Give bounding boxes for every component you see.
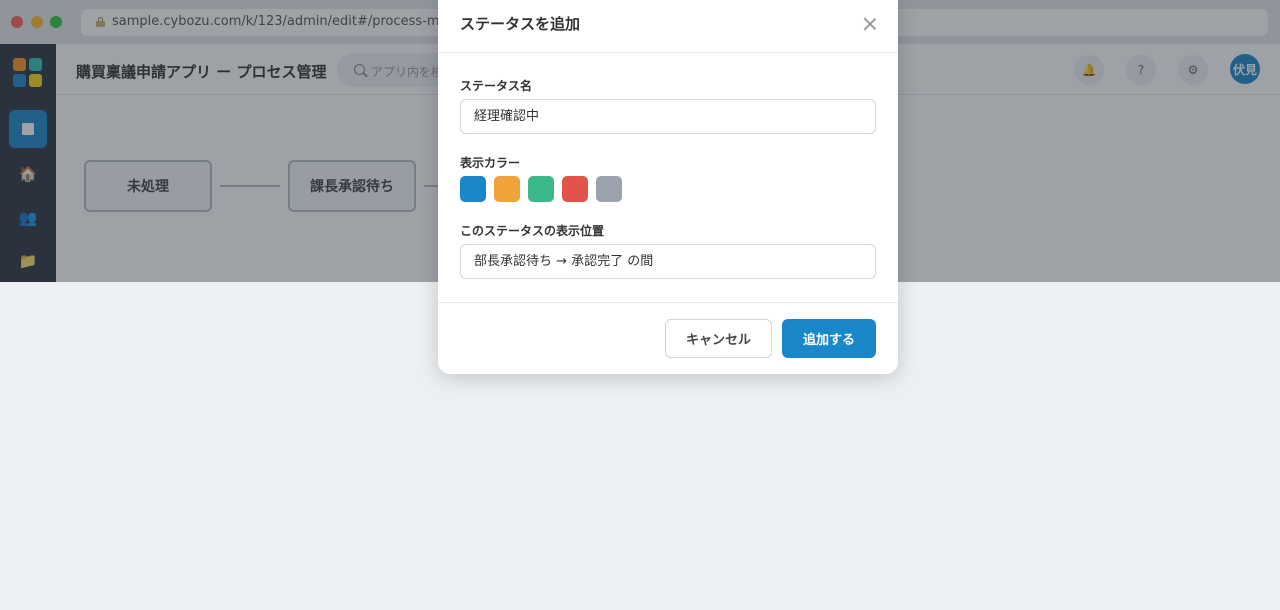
color-swatch[interactable] — [562, 176, 588, 202]
process-connector — [220, 185, 280, 187]
url-text: sample.cybozu.com/k/123/admin/edit#/proc… — [112, 14, 442, 29]
color-swatch[interactable] — [460, 176, 486, 202]
color-label: 表示カラー — [460, 156, 521, 170]
color-swatch[interactable] — [494, 176, 520, 202]
status-name-label: ステータス名 — [460, 79, 533, 93]
color-swatch[interactable] — [528, 176, 554, 202]
minimize-window-button[interactable] — [31, 16, 43, 28]
logo-icon[interactable] — [13, 58, 43, 88]
process-node[interactable]: 未処理 — [84, 160, 212, 212]
process-node[interactable]: 課長承認待ち — [288, 160, 416, 212]
close-icon[interactable] — [861, 15, 879, 33]
home-icon[interactable]: 🏠 — [9, 155, 47, 193]
status-name-input[interactable]: 経理確認中 — [460, 99, 876, 134]
lock-icon — [96, 17, 105, 27]
avatar[interactable]: 伏見 — [1230, 54, 1260, 84]
maximize-window-button[interactable] — [50, 16, 62, 28]
search-placeholder: アプリ内を検 — [371, 65, 444, 79]
add-status-dialog: ステータスを追加 ステータス名 経理確認中 表示カラー このステータスの表示位置… — [438, 0, 898, 374]
help-icon[interactable]: ? — [1126, 55, 1156, 85]
sidebar: 🏠 👥 📁 — [0, 44, 56, 282]
close-window-button[interactable] — [11, 16, 23, 28]
bell-icon[interactable]: 🔔 — [1074, 55, 1104, 85]
gear-icon[interactable]: ⚙ — [1178, 55, 1208, 85]
page-title: 購買稟議申請アプリ ー プロセス管理 — [76, 63, 327, 81]
dialog-header: ステータスを追加 — [438, 0, 898, 53]
add-button[interactable]: 追加する — [782, 319, 876, 358]
dialog-title: ステータスを追加 — [460, 15, 581, 33]
cancel-button[interactable]: キャンセル — [665, 319, 772, 358]
color-swatch[interactable] — [596, 176, 622, 202]
position-select[interactable]: 部長承認待ち → 承認完了 の間 — [460, 244, 876, 279]
folder-icon[interactable]: 📁 — [9, 242, 47, 280]
dialog-divider — [438, 302, 898, 303]
position-label: このステータスの表示位置 — [460, 224, 605, 238]
search-icon — [354, 64, 365, 75]
people-icon[interactable]: 👥 — [9, 199, 47, 237]
process-connector — [424, 185, 438, 187]
apps-icon[interactable] — [9, 110, 47, 148]
